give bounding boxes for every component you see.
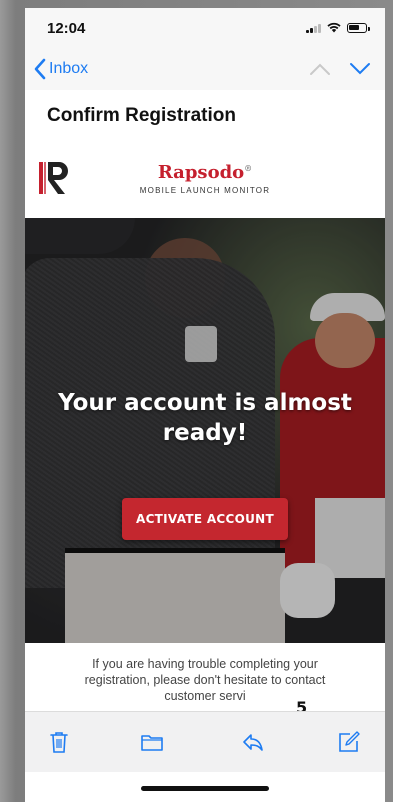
compose-button[interactable] [337, 730, 361, 754]
back-label: Inbox [49, 60, 89, 77]
brand-trademark: ® [244, 163, 253, 173]
battery-icon [347, 23, 370, 33]
trash-button[interactable] [47, 730, 71, 754]
status-bar: 12:04 [25, 8, 385, 50]
brand-tagline: MOBILE LAUNCH MONITOR [139, 186, 271, 195]
compose-icon [339, 731, 360, 752]
reply-icon [243, 734, 263, 751]
brand-wordmark: Rapsodo® [25, 162, 385, 183]
back-to-inbox-button[interactable]: Inbox [33, 58, 88, 80]
home-indicator[interactable] [141, 786, 269, 791]
trash-icon [50, 732, 68, 753]
status-icons [306, 22, 370, 33]
wifi-icon [327, 22, 341, 33]
hero-banner: Your account is almost ready! ACTIVATE A… [25, 218, 385, 643]
folder-icon [141, 735, 163, 751]
brand-name: Rapsodo [157, 162, 245, 183]
reply-button[interactable] [241, 730, 265, 754]
chevron-left-icon [34, 58, 46, 80]
status-time: 12:04 [47, 20, 86, 37]
move-to-folder-button[interactable] [140, 730, 164, 754]
bottom-toolbar [25, 711, 385, 772]
help-text: If you are having trouble completing you… [84, 657, 326, 703]
brand-header: Rapsodo® MOBILE LAUNCH MONITOR [25, 148, 385, 208]
cellular-signal-icon [306, 23, 321, 33]
chevron-up-icon[interactable] [309, 62, 331, 76]
hero-headline: Your account is almost ready! [58, 390, 352, 446]
chevron-down-icon[interactable] [349, 62, 371, 76]
phone-screen: 12:04 Inbox Confirm Registration Rapsodo… [25, 8, 385, 802]
nav-bar: Inbox [25, 50, 385, 90]
email-subject: Confirm Registration [47, 105, 236, 126]
activate-account-button[interactable]: ACTIVATE ACCOUNT [122, 498, 288, 540]
message-nav-arrows [309, 62, 371, 76]
